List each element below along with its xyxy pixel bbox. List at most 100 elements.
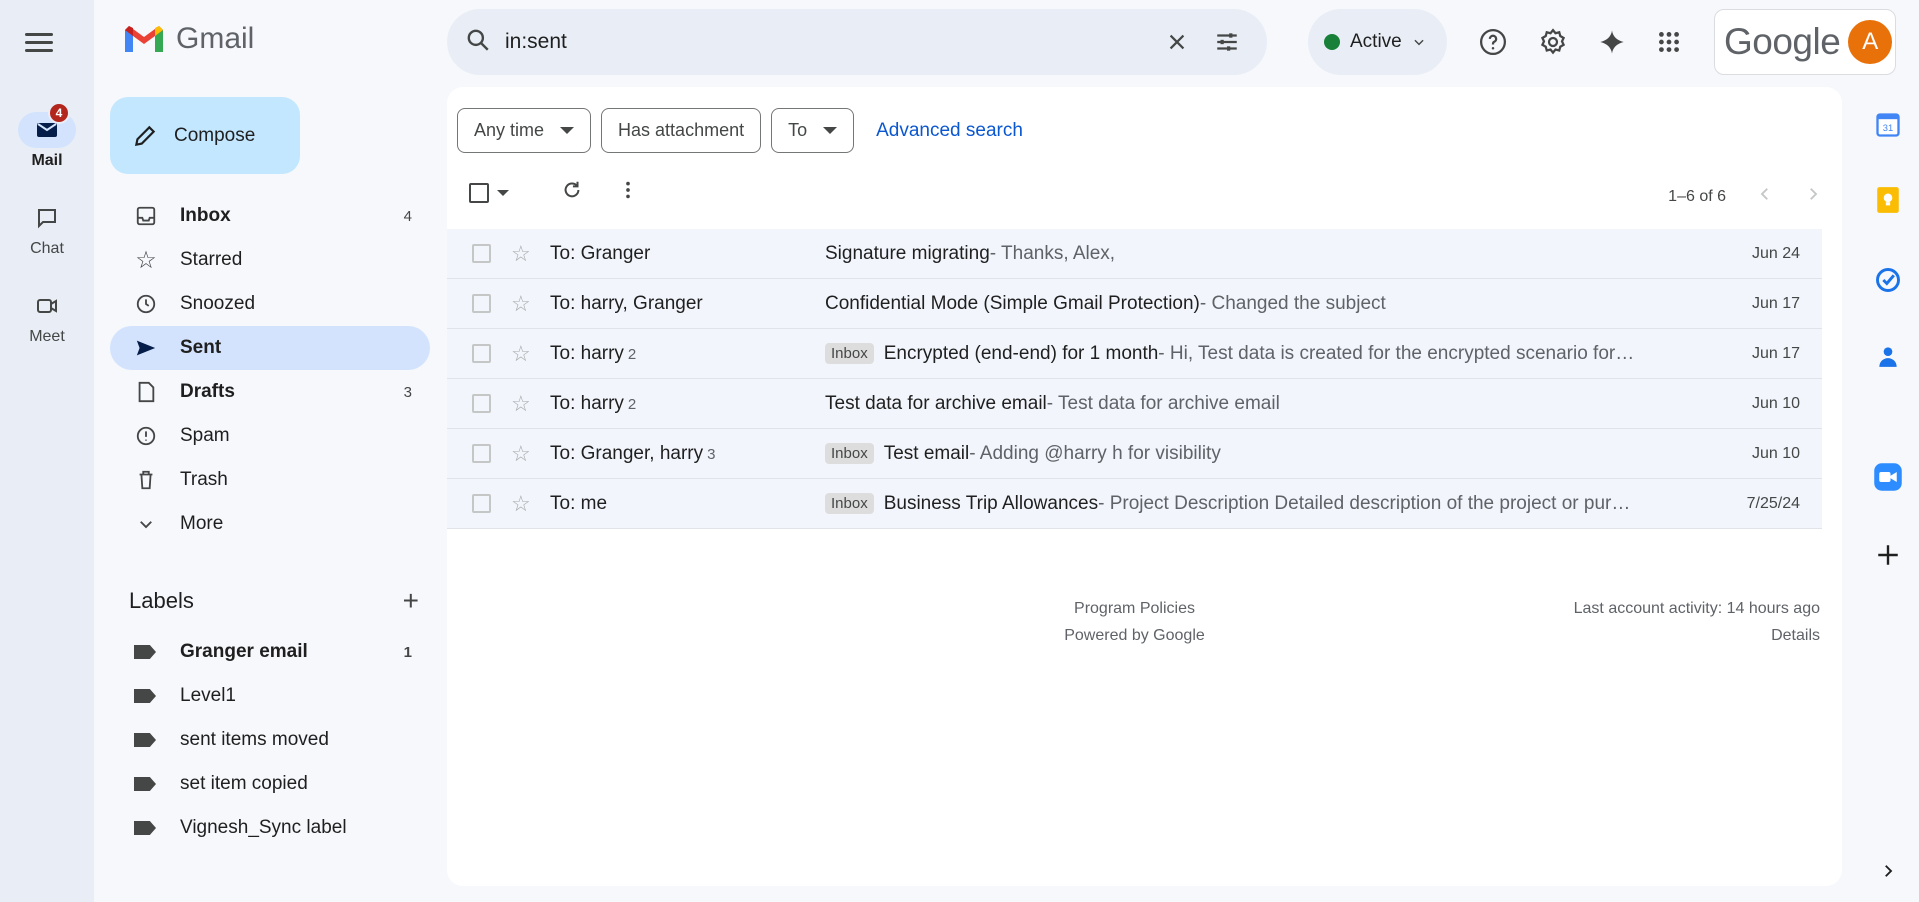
nav-item-trash[interactable]: Trash [110,458,430,502]
email-row[interactable]: ☆ To: harry, Granger Confidential Mode (Si… [447,279,1822,329]
email-subject: Business Trip Allowances [883,492,1099,514]
send-icon [134,336,158,360]
chip-label: Has attachment [618,120,745,140]
select-all-checkbox[interactable] [469,182,489,203]
label-item[interactable]: Level1 [110,674,430,718]
nav-item-inbox[interactable]: Inbox 4 [110,194,430,238]
settings-gear-icon[interactable] [1531,20,1575,64]
search-options-icon[interactable] [1205,20,1249,64]
nav-item-sent[interactable]: Sent [110,326,430,370]
status-dot [1324,34,1340,50]
email-recipients: To: harry 2 [550,343,636,365]
email-message: Inbox Encrypted (end-end) for 1 month - H… [825,343,1677,365]
gmail-logo[interactable]: Gmail [122,22,254,56]
help-icon[interactable] [1471,20,1515,64]
clock-icon [134,292,158,316]
search-icon[interactable] [465,27,491,58]
video-camera-icon [37,299,57,313]
star-icon[interactable]: ☆ [511,442,533,465]
chevron-right-icon[interactable] [1804,185,1822,208]
nav-label: Trash [180,469,228,490]
gmail-m-icon [125,26,163,52]
apps-grid-icon[interactable] [1647,20,1691,64]
nav-item-snoozed[interactable]: Snoozed [110,282,430,326]
filter-has-attachment[interactable]: Has attachment [601,108,762,153]
star-icon[interactable]: ☆ [511,492,533,515]
nav-label: Sent [180,337,222,358]
row-checkbox[interactable] [472,344,491,363]
chevron-left-icon[interactable] [1756,185,1774,208]
recipients-text: To: harry [550,392,624,414]
inbox-label-badge[interactable]: Inbox [825,343,874,364]
add-app-icon[interactable] [1870,537,1906,573]
row-checkbox[interactable] [472,394,491,413]
gemini-sparkle-icon[interactable] [1590,20,1634,64]
rail-item-meet[interactable]: Meet [0,288,94,346]
filter-any-time[interactable]: Any time [457,108,592,153]
nav-item-starred[interactable]: ☆ Starred [110,238,430,282]
label-name: sent items moved [180,729,329,750]
email-list: ☆ To: Granger Signature migrating - Thanks… [447,229,1822,529]
pagination: 1–6 of 6 [1668,185,1822,208]
email-row[interactable]: ☆ To: Granger Signature migrating - Thanks… [447,229,1822,279]
side-panel-apps: 31 [1858,0,1919,902]
refresh-icon[interactable] [561,179,583,206]
email-date: Jun 17 [1751,344,1800,362]
label-item[interactable]: Vignesh_Sync label [110,806,430,850]
keep-icon[interactable] [1870,182,1906,218]
contacts-icon[interactable] [1870,338,1906,374]
row-checkbox[interactable] [472,494,491,513]
select-dropdown-icon[interactable] [497,189,509,196]
star-icon[interactable]: ☆ [511,392,533,415]
zoom-icon[interactable] [1870,459,1906,495]
row-checkbox[interactable] [472,244,491,263]
compose-button[interactable]: Compose [110,97,300,174]
star-icon[interactable]: ☆ [511,342,533,365]
label-name: Level1 [180,685,236,706]
add-label-icon[interactable]: + [403,585,419,617]
calendar-icon[interactable]: 31 [1870,107,1906,143]
tasks-icon[interactable] [1870,262,1906,298]
nav-item-spam[interactable]: Spam [110,414,430,458]
clear-search-icon[interactable] [1155,20,1199,64]
inbox-label-badge[interactable]: Inbox [825,443,874,464]
label-item[interactable]: sent items moved [110,718,430,762]
recipients-text: To: Granger [550,242,651,264]
email-row[interactable]: ☆ To: Granger, harry 3 Inbox Test email - Ad… [447,429,1822,479]
email-subject: Signature migrating [825,242,990,264]
nav-item-drafts[interactable]: Drafts 3 [110,370,430,414]
rail-item-mail[interactable]: 4 Mail [0,102,94,170]
caret-down-icon [823,127,838,134]
inbox-label-badge[interactable]: Inbox [825,493,874,514]
main-menu-icon[interactable] [25,28,65,56]
chevron-right-icon[interactable] [1870,853,1906,889]
email-row[interactable]: ☆ To: harry 2 Test data for archive email -… [447,379,1822,429]
nav-label: Starred [180,249,243,270]
status-label: Active [1350,31,1402,52]
label-icon [134,689,156,703]
rail-item-chat[interactable]: Chat [0,200,94,258]
email-snippet: - Thanks, Alex, [989,242,1116,264]
email-date: 7/25/24 [1746,494,1800,512]
email-recipients: To: me [550,493,611,515]
thread-count: 2 [627,345,637,363]
filter-to[interactable]: To [771,108,855,153]
label-item[interactable]: set item copied [110,762,430,806]
details-link[interactable]: Details [1574,622,1820,649]
email-row[interactable]: ☆ To: me Inbox Business Trip Allowances - P… [447,479,1822,529]
row-checkbox[interactable] [472,294,491,313]
star-icon[interactable]: ☆ [511,242,533,265]
advanced-search-link[interactable]: Advanced search [876,120,1023,142]
nav-label: More [180,513,224,534]
nav-item-more[interactable]: More [110,502,430,546]
label-item[interactable]: Granger email 1 [110,630,430,674]
status-selector[interactable]: Active [1308,9,1447,75]
chip-label: To [788,120,808,140]
chevron-down-icon [1414,39,1424,46]
search-input[interactable]: in:sent [505,30,1149,54]
star-icon[interactable]: ☆ [511,292,533,315]
label-icon [134,777,156,791]
email-row[interactable]: ☆ To: harry 2 Inbox Encrypted (end-end) for … [447,329,1822,379]
row-checkbox[interactable] [472,444,491,463]
more-vert-icon[interactable] [617,179,639,206]
